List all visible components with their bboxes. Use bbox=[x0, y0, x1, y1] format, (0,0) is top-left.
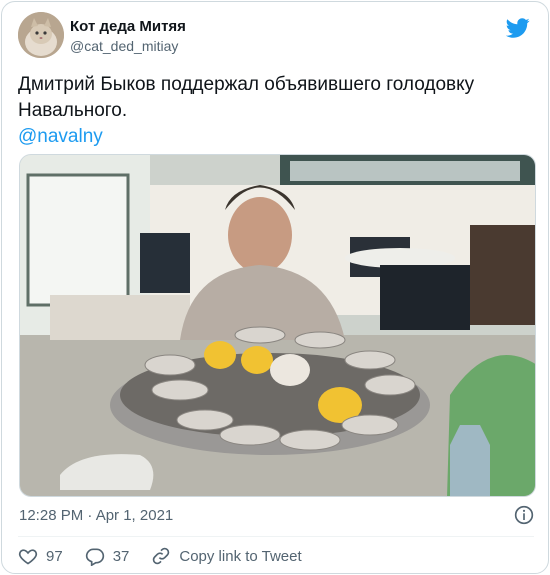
tweet-photo[interactable] bbox=[19, 154, 536, 497]
link-icon bbox=[153, 547, 170, 565]
tweet-timestamp[interactable]: 12:28 PM · Apr 1, 2021 bbox=[19, 506, 173, 526]
photo-image bbox=[20, 155, 535, 496]
like-button[interactable]: 97 bbox=[18, 546, 63, 566]
like-count: 97 bbox=[46, 547, 63, 565]
avatar[interactable] bbox=[18, 12, 64, 58]
copy-link-label: Copy link to Tweet bbox=[179, 547, 302, 565]
tweet-body: Дмитрий Быков поддержал объявившего голо… bbox=[18, 74, 475, 121]
tweet-actions: 97 37 Copy link to Tweet bbox=[18, 543, 324, 569]
reply-button[interactable]: 37 bbox=[85, 546, 130, 566]
reply-count: 37 bbox=[112, 547, 130, 565]
tweet-header: Кот деда Митяя @cat_ded_mitiay bbox=[18, 12, 534, 60]
tweet-card: Кот деда Митяя @cat_ded_mitiay Дмитрий Б… bbox=[1, 1, 549, 574]
heart-icon bbox=[18, 549, 38, 565]
author-display-name[interactable]: Кот деда Митяя bbox=[70, 18, 186, 36]
copy-link-button[interactable]: Copy link to Tweet bbox=[151, 546, 302, 566]
divider bbox=[18, 536, 534, 537]
info-icon[interactable] bbox=[514, 505, 534, 525]
twitter-bird-icon[interactable] bbox=[506, 16, 530, 40]
tweet-text: Дмитрий Быков поддержал объявившего голо… bbox=[18, 72, 518, 150]
author-handle[interactable]: @cat_ded_mitiay bbox=[70, 36, 186, 56]
author-names: Кот деда Митяя @cat_ded_mitiay bbox=[70, 18, 186, 56]
mention-link[interactable]: @navalny bbox=[18, 124, 518, 150]
reply-icon bbox=[85, 548, 104, 566]
